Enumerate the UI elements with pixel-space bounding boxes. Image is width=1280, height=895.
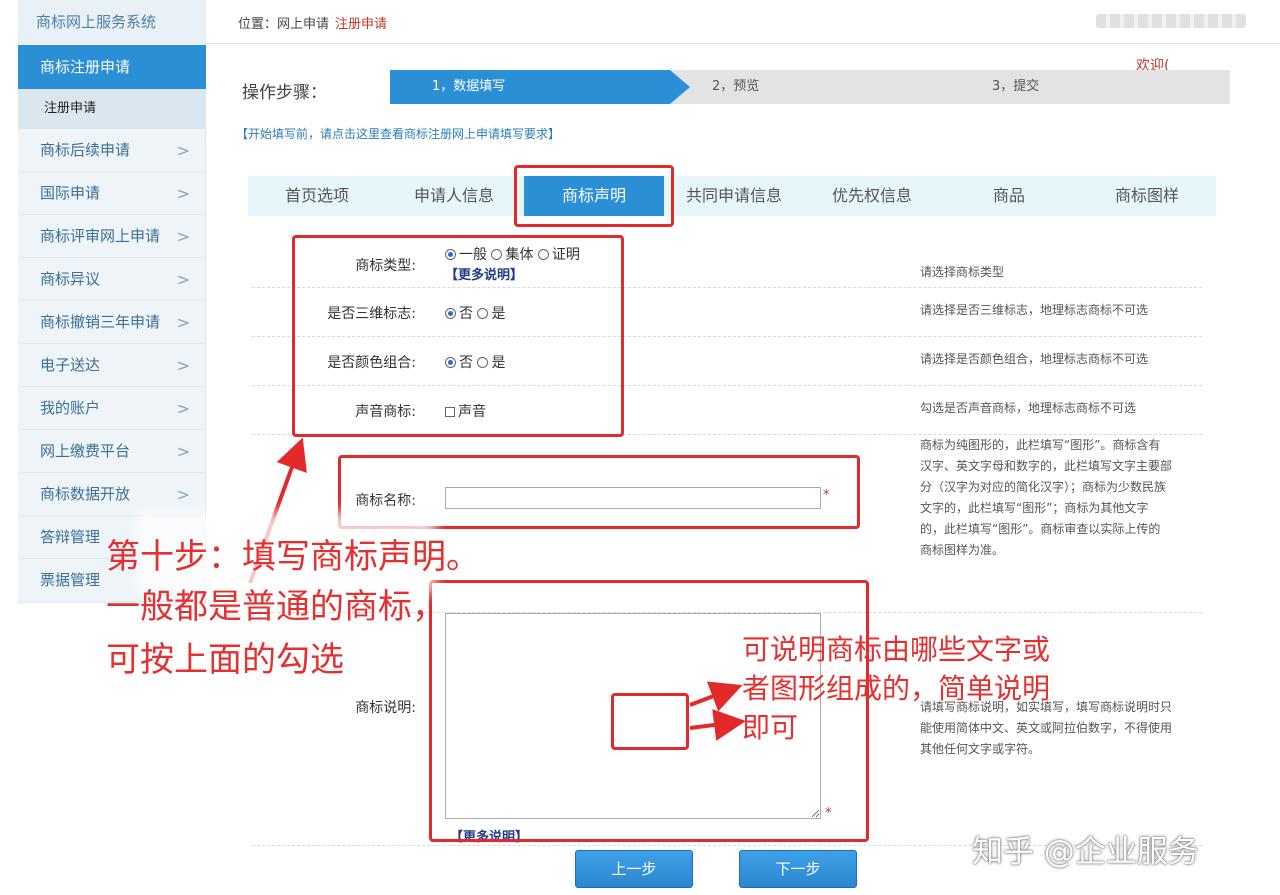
sidebar-item[interactable]: 商标后续申请 > — [18, 129, 206, 172]
sidebar-item-label: 我的账户 — [40, 399, 101, 417]
sidebar-item[interactable]: 商标异议 > — [18, 258, 206, 301]
annotation-main-line-1: 第十步：填写商标声明。 — [106, 537, 480, 577]
sidebar-item-label: 商标数据开放 — [40, 485, 131, 503]
sidebar-item-trademark-registration[interactable]: 商标注册申请 — [18, 45, 206, 89]
breadcrumb-current: 注册申请 — [335, 17, 388, 32]
sidebar-item-label: 商标撤销三年申请 — [40, 313, 161, 331]
sidebar-item-label: 电子送达 — [40, 356, 101, 374]
sidebar-item[interactable]: 我的账户 > — [18, 387, 206, 430]
next-step-button[interactable]: 下一步 — [739, 850, 857, 888]
tab-applicant-info[interactable]: 申请人信息 — [386, 176, 522, 216]
chevron-right-icon: > — [176, 313, 190, 332]
tab-goods[interactable]: 商品 — [940, 176, 1078, 216]
hint-color-combo: 请选择是否颜色组合，地理标志商标不可选 — [920, 352, 1149, 366]
chevron-right-icon: > — [176, 184, 190, 203]
filling-requirements-link[interactable]: 【开始填写前，请点击这里查看商标注册网上申请填写要求】 — [236, 125, 560, 142]
step-data-entry: 1，数据填写 — [390, 70, 690, 104]
sidebar-item-label: 国际申请 — [40, 184, 101, 202]
hint-trademark-type: 请选择商标类型 — [920, 265, 1005, 279]
breadcrumb-prefix: 位置：网上申请 — [238, 17, 330, 32]
breadcrumb: 位置：网上申请 注册申请 — [238, 13, 387, 32]
tab-joint-application[interactable]: 共同申请信息 — [664, 176, 804, 216]
chevron-right-icon: > — [176, 485, 190, 504]
annotation-main-line-2: 一般都是普通的商标， — [106, 587, 446, 627]
chevron-right-icon: > — [176, 227, 190, 246]
annotation-box-declaration-tab — [514, 165, 674, 227]
sidebar-item-label: 答辩管理 — [40, 528, 101, 546]
sidebar-item-label: 商标异议 — [40, 270, 101, 288]
step-submit: 3，提交 — [950, 70, 1230, 104]
sidebar-item-label: 商标后续申请 — [40, 141, 131, 159]
chevron-right-icon: > — [176, 270, 190, 289]
tab-priority-info[interactable]: 优先权信息 — [804, 176, 940, 216]
sidebar-item-label: 票据管理 — [40, 571, 101, 589]
chevron-right-icon: > — [176, 442, 190, 461]
steps-label: 操作步骤： — [242, 83, 327, 103]
sidebar-item[interactable]: 商标撤销三年申请 > — [18, 301, 206, 344]
annotation-main-line-3: 可按上面的勾选 — [106, 640, 344, 680]
annotation-side-line-1: 可说明商标由哪些文字或 — [742, 633, 1051, 666]
annotation-side-line-2: 者图形组成的，简单说明 — [742, 672, 1051, 705]
hint-three-d: 请选择是否三维标志，地理标志商标不可选 — [920, 303, 1149, 317]
sidebar-item-label: 网上缴费平台 — [40, 442, 131, 460]
blurred-user-info — [1096, 14, 1246, 28]
sidebar-item[interactable]: 国际申请 > — [18, 172, 206, 215]
prev-step-button[interactable]: 上一步 — [575, 850, 693, 888]
hint-sound-mark: 勾选是否声音商标，地理标志商标不可选 — [920, 401, 1137, 415]
watermark: 知乎 @企业服务 — [972, 834, 1199, 870]
sidebar-subitem-registration-application[interactable]: 注册申请 — [18, 89, 206, 129]
sidebar-item[interactable]: 商标评审网上申请 > — [18, 215, 206, 258]
chevron-right-icon: > — [176, 399, 190, 418]
step-preview: 2，预览 — [670, 70, 970, 104]
sidebar-item-label: 商标评审网上申请 — [40, 227, 161, 245]
annotation-box-small — [611, 693, 689, 750]
system-title: 商标网上服务系统 — [18, 0, 206, 44]
annotation-box-options — [292, 235, 624, 437]
tab-home-options[interactable]: 首页选项 — [248, 176, 386, 216]
chevron-right-icon: > — [176, 141, 190, 160]
trademark-description-label: 商标说明: — [355, 700, 416, 716]
top-bar: 位置：网上申请 注册申请 — [206, 0, 1280, 44]
chevron-right-icon: > — [176, 356, 190, 375]
sidebar-item[interactable]: 商标数据开放 > — [18, 473, 206, 516]
sidebar-item[interactable]: 电子送达 > — [18, 344, 206, 387]
hint-trademark-name: 商标为纯图形的，此栏填写“图形”。商标含有 汉字、英文字母和数字的，此栏填写文字… — [920, 438, 1173, 557]
sidebar-item[interactable]: 网上缴费平台 > — [18, 430, 206, 473]
annotation-side-line-3: 即可 — [742, 711, 799, 744]
tab-trademark-image[interactable]: 商标图样 — [1078, 176, 1216, 216]
